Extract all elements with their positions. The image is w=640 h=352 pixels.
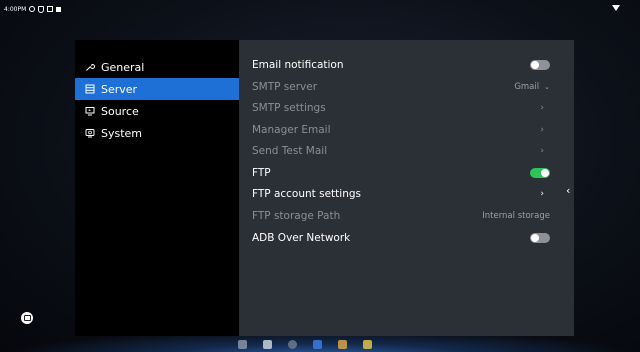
email-notification-toggle[interactable] xyxy=(530,60,550,70)
email-notification-label: Email notification xyxy=(252,59,344,71)
smtp-server-label: SMTP server xyxy=(252,81,318,93)
chevron-right-icon: › xyxy=(540,125,544,135)
chevron-left-icon[interactable]: ‹ xyxy=(566,184,570,197)
play-store-icon[interactable] xyxy=(313,339,322,349)
ftp-toggle[interactable] xyxy=(530,168,550,178)
ftp-account-settings-label: FTP account settings xyxy=(252,188,361,200)
calendar-icon[interactable] xyxy=(338,339,347,349)
toggle-knob xyxy=(531,234,539,242)
status-bar: 4:00PM xyxy=(0,0,640,18)
files-icon[interactable] xyxy=(263,339,272,349)
sidebar-item-server[interactable]: Server xyxy=(75,78,239,100)
sidebar-item-general[interactable]: General xyxy=(75,56,239,78)
adb-over-network-label: ADB Over Network xyxy=(252,232,351,244)
ftp-storage-path-value: Internal storage xyxy=(482,211,550,221)
home-button[interactable] xyxy=(21,312,33,324)
ftp-storage-path-row[interactable]: FTP storage Path Internal storage xyxy=(252,206,550,226)
ftp-row[interactable]: FTP xyxy=(252,163,550,183)
adb-over-network-row[interactable]: ADB Over Network xyxy=(252,228,550,248)
toggle-knob xyxy=(531,61,539,69)
send-test-mail-row[interactable]: Send Test Mail › xyxy=(252,141,550,161)
source-icon xyxy=(85,106,95,116)
smtp-server-row[interactable]: SMTP server Gmail ⌄ xyxy=(252,77,550,97)
ftp-account-settings-row[interactable]: FTP account settings › xyxy=(252,184,550,204)
system-icon xyxy=(85,128,95,138)
manager-email-label: Manager Email xyxy=(252,124,331,136)
settings-icon[interactable] xyxy=(288,339,297,349)
smtp-settings-label: SMTP settings xyxy=(252,102,326,114)
sidebar-item-source[interactable]: Source xyxy=(75,100,239,122)
chevron-right-icon: › xyxy=(540,146,544,156)
sidebar-item-system[interactable]: System xyxy=(75,122,239,144)
chevron-right-icon: › xyxy=(540,103,544,113)
app-dock xyxy=(232,336,428,352)
status-time: 4:00PM xyxy=(4,5,27,13)
home-icon xyxy=(23,315,31,321)
gear-icon xyxy=(29,6,36,12)
app-icon[interactable] xyxy=(363,339,372,349)
chevron-right-icon: › xyxy=(540,189,544,199)
smtp-settings-row[interactable]: SMTP settings › xyxy=(252,98,550,118)
settings-sidebar: General Server Source System xyxy=(75,40,239,336)
shield-icon xyxy=(38,5,45,13)
wrench-icon xyxy=(85,62,95,72)
adb-over-network-toggle[interactable] xyxy=(530,233,550,243)
ftp-storage-path-label: FTP storage Path xyxy=(252,210,341,222)
smtp-server-value: Gmail xyxy=(514,82,540,92)
sidebar-item-label: General xyxy=(101,60,145,74)
chevron-down-icon: ⌄ xyxy=(544,83,550,91)
notification-icon xyxy=(47,6,54,12)
sidebar-item-label: Server xyxy=(101,82,138,96)
square-icon xyxy=(56,6,62,12)
send-test-mail-label: Send Test Mail xyxy=(252,145,328,157)
ftp-label: FTP xyxy=(252,167,271,179)
sidebar-item-label: Source xyxy=(101,104,139,118)
toggle-knob xyxy=(541,169,549,177)
smtp-server-dropdown[interactable]: Gmail ⌄ xyxy=(514,82,550,92)
keyboard-icon[interactable] xyxy=(238,339,247,349)
server-icon xyxy=(85,84,95,94)
server-settings-panel: Email notification SMTP server Gmail ⌄ S… xyxy=(239,40,574,336)
sidebar-item-label: System xyxy=(101,126,143,140)
wifi-icon xyxy=(612,5,620,11)
manager-email-row[interactable]: Manager Email › xyxy=(252,120,550,140)
email-notification-row[interactable]: Email notification xyxy=(252,55,550,75)
